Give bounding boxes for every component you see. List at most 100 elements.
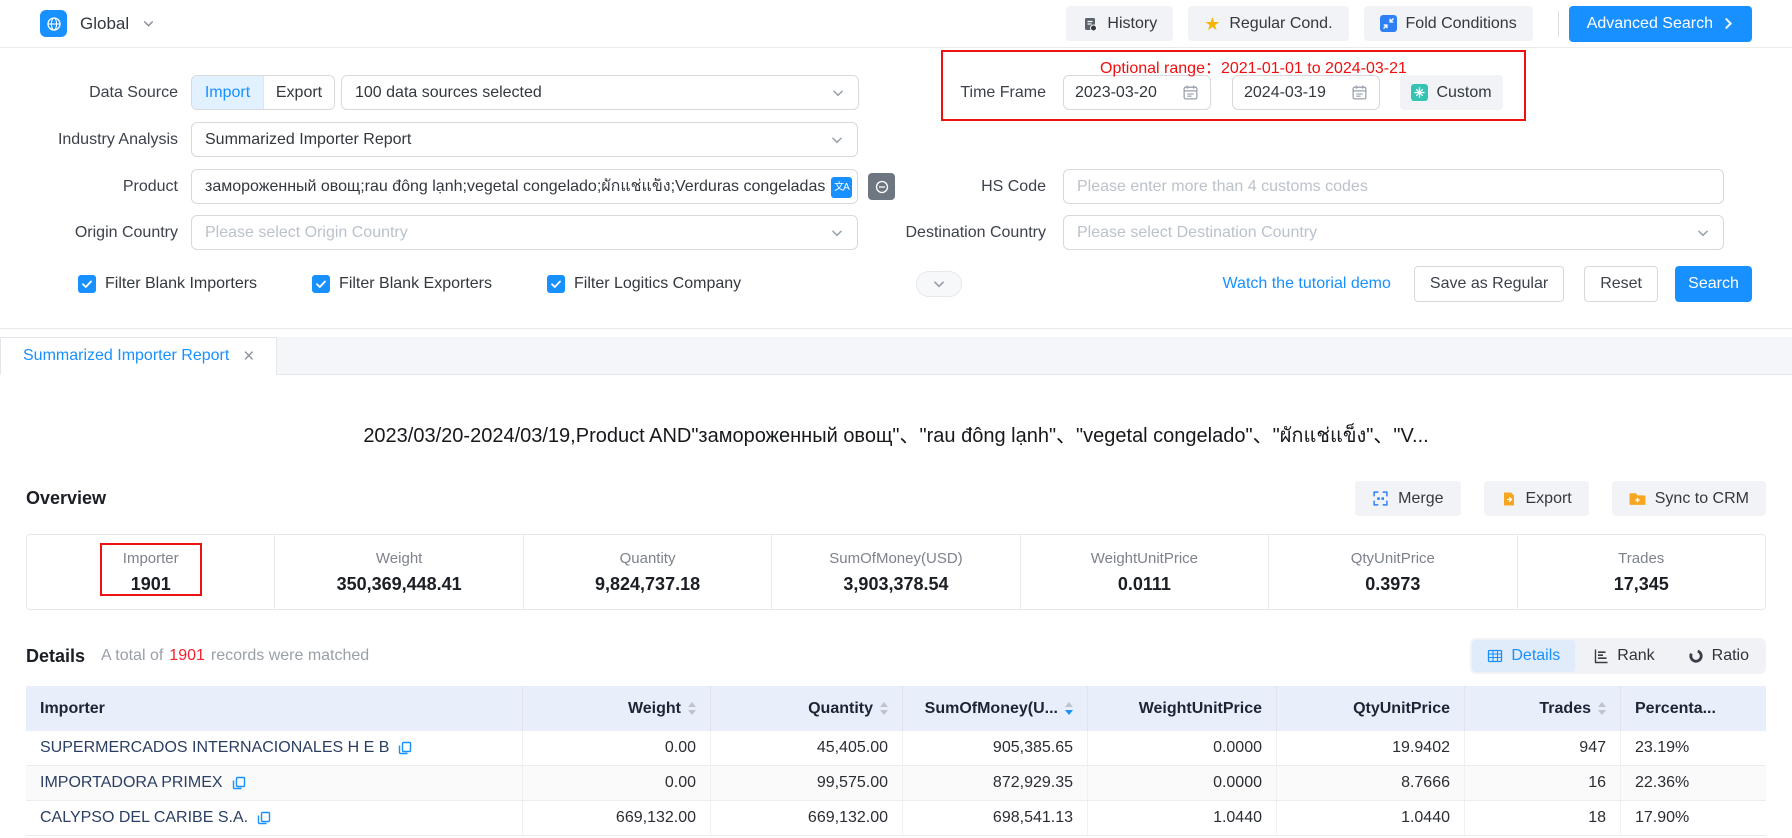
end-date-input[interactable]: 2024-03-19 <box>1232 75 1380 110</box>
regular-cond-button[interactable]: ★ Regular Cond. <box>1188 6 1348 41</box>
copy-icon[interactable] <box>232 776 246 790</box>
hs-code-input-wrap <box>1063 169 1724 204</box>
tutorial-demo-link[interactable]: Watch the tutorial demo <box>1223 275 1391 293</box>
chevron-right-icon <box>1723 17 1734 30</box>
region-label: Global <box>80 14 129 34</box>
overview-stats-card: Importer 1901 Weight 350,369,448.41 Quan… <box>26 534 1766 610</box>
form-row-filters: Filter Blank Importers Filter Blank Expo… <box>0 270 1792 298</box>
view-details-button[interactable]: Details <box>1472 640 1575 672</box>
details-bar: Details A total of1901records were match… <box>26 638 1766 674</box>
importer-link[interactable]: IMPORTADORA PRIMEX <box>40 774 246 792</box>
overview-actions: Merge Export Sync to CRM <box>1355 481 1766 516</box>
rank-bars-icon <box>1593 648 1609 664</box>
filter-blank-importers-checkbox[interactable]: Filter Blank Importers <box>78 275 257 293</box>
filter-blank-exporters-checkbox[interactable]: Filter Blank Exporters <box>312 275 492 293</box>
collapse-form-button[interactable] <box>916 271 962 297</box>
fold-conditions-button[interactable]: Fold Conditions <box>1364 6 1533 41</box>
fold-icon <box>1380 15 1397 32</box>
merge-button[interactable]: Merge <box>1355 481 1460 516</box>
importer-link[interactable]: SUPERMERCADOS INTERNACIONALES H E B <box>40 739 412 757</box>
export-toggle[interactable]: Export <box>263 76 334 109</box>
checkbox-checked-icon <box>547 275 565 293</box>
custom-icon <box>1411 84 1428 101</box>
importer-cell: IMPORTADORA PRIMEX <box>26 766 523 800</box>
table-header-row: Importer Weight Quantity SumOfMoney(U...… <box>26 686 1766 731</box>
custom-range-button[interactable]: Custom <box>1400 75 1503 110</box>
divider <box>1558 11 1559 37</box>
table-row[interactable]: CALYPSO DEL CARIBE S.A. 669,132.00 669,1… <box>26 801 1766 836</box>
col-weight-unit-price[interactable]: WeightUnitPrice <box>1088 686 1277 731</box>
product-label: Product <box>30 178 178 196</box>
col-percentage[interactable]: Percenta... <box>1621 686 1766 731</box>
export-button[interactable]: Export <box>1484 481 1589 516</box>
view-rank-button[interactable]: Rank <box>1578 640 1669 672</box>
form-row-industry: Industry Analysis Summarized Importer Re… <box>0 122 1792 157</box>
stat-weight-unit-price: WeightUnitPrice 0.0111 <box>1020 535 1268 609</box>
table-body: SUPERMERCADOS INTERNACIONALES H E B 0.00… <box>26 731 1766 836</box>
form-row-datasource: Data Source Import Export 100 data sourc… <box>0 75 1792 110</box>
industry-analysis-label: Industry Analysis <box>30 131 178 149</box>
stat-importer: Importer 1901 <box>27 535 274 609</box>
stat-weight: Weight 350,369,448.41 <box>274 535 522 609</box>
topbar-actions: History ★ Regular Cond. Fold Conditions … <box>1051 6 1752 42</box>
data-sources-select[interactable]: 100 data sources selected <box>341 75 859 110</box>
origin-country-label: Origin Country <box>30 224 178 242</box>
product-input[interactable] <box>205 178 827 196</box>
data-source-label: Data Source <box>30 84 178 102</box>
col-weight[interactable]: Weight <box>523 686 711 731</box>
hs-code-input[interactable] <box>1077 178 1710 196</box>
col-trades[interactable]: Trades <box>1465 686 1621 731</box>
globe-logo-icon <box>40 10 67 37</box>
importer-cell: SUPERMERCADOS INTERNACIONALES H E B <box>26 731 523 765</box>
copy-icon[interactable] <box>398 741 412 755</box>
tab-strip: Summarized Importer Report × <box>0 337 1792 375</box>
product-input-wrap: 文A <box>191 169 858 204</box>
search-button[interactable]: Search <box>1675 266 1752 302</box>
origin-country-select[interactable]: Please select Origin Country <box>191 215 858 250</box>
view-switcher: Details Rank Ratio <box>1470 638 1766 674</box>
export-file-icon <box>1501 491 1517 507</box>
form-actions: Watch the tutorial demo Save as Regular … <box>1223 266 1752 302</box>
sort-carets-icon[interactable] <box>1065 702 1073 715</box>
stat-sum-of-money: SumOfMoney(USD) 3,903,378.54 <box>771 535 1019 609</box>
filter-logitics-company-checkbox[interactable]: Filter Logitics Company <box>547 275 741 293</box>
advanced-search-button[interactable]: Advanced Search <box>1569 6 1752 42</box>
sort-carets-icon[interactable] <box>688 702 696 715</box>
region-selector[interactable]: Global <box>40 10 155 37</box>
save-as-regular-button[interactable]: Save as Regular <box>1414 266 1564 302</box>
start-date-input[interactable]: 2023-03-20 <box>1063 75 1211 110</box>
table-row[interactable]: IMPORTADORA PRIMEX 0.00 99,575.00 872,92… <box>26 766 1766 801</box>
chevron-down-icon <box>142 17 155 30</box>
industry-analysis-select[interactable]: Summarized Importer Report <box>191 122 858 157</box>
sort-carets-icon[interactable] <box>880 702 888 715</box>
copy-icon[interactable] <box>257 811 271 825</box>
sync-to-crm-button[interactable]: Sync to CRM <box>1612 481 1766 516</box>
translate-icon[interactable]: 文A <box>831 177 852 198</box>
col-quantity[interactable]: Quantity <box>711 686 903 731</box>
view-ratio-button[interactable]: Ratio <box>1673 640 1764 672</box>
col-sum-of-money[interactable]: SumOfMoney(U... <box>903 686 1088 731</box>
chevron-down-icon <box>831 86 845 100</box>
optional-range-hint: Optional range：2021-01-01 to 2024-03-21 <box>1100 54 1407 78</box>
destination-country-select[interactable]: Please select Destination Country <box>1063 215 1724 250</box>
exclude-keywords-icon[interactable] <box>868 173 895 200</box>
tab-summarized-importer-report[interactable]: Summarized Importer Report × <box>0 337 277 375</box>
chevron-down-icon <box>1696 226 1710 240</box>
folder-sync-icon <box>1629 490 1646 507</box>
close-icon[interactable]: × <box>243 347 254 366</box>
destination-country-group: Destination Country Please select Destin… <box>905 215 1724 250</box>
overview-heading: Overview <box>26 488 106 509</box>
importer-link[interactable]: CALYPSO DEL CARIBE S.A. <box>40 809 271 827</box>
time-frame-label: Time Frame <box>960 84 1046 102</box>
sort-carets-icon[interactable] <box>1598 702 1606 715</box>
reset-button[interactable]: Reset <box>1584 266 1658 302</box>
record-count: 1901 <box>169 647 205 664</box>
import-toggle[interactable]: Import <box>192 76 263 109</box>
checkbox-checked-icon <box>78 275 96 293</box>
table-row[interactable]: SUPERMERCADOS INTERNACIONALES H E B 0.00… <box>26 731 1766 766</box>
details-summary: A total of1901records were matched <box>101 647 369 665</box>
table-grid-icon <box>1487 648 1503 664</box>
col-qty-unit-price[interactable]: QtyUnitPrice <box>1277 686 1465 731</box>
col-importer[interactable]: Importer <box>26 686 523 731</box>
history-button[interactable]: History <box>1066 6 1173 41</box>
